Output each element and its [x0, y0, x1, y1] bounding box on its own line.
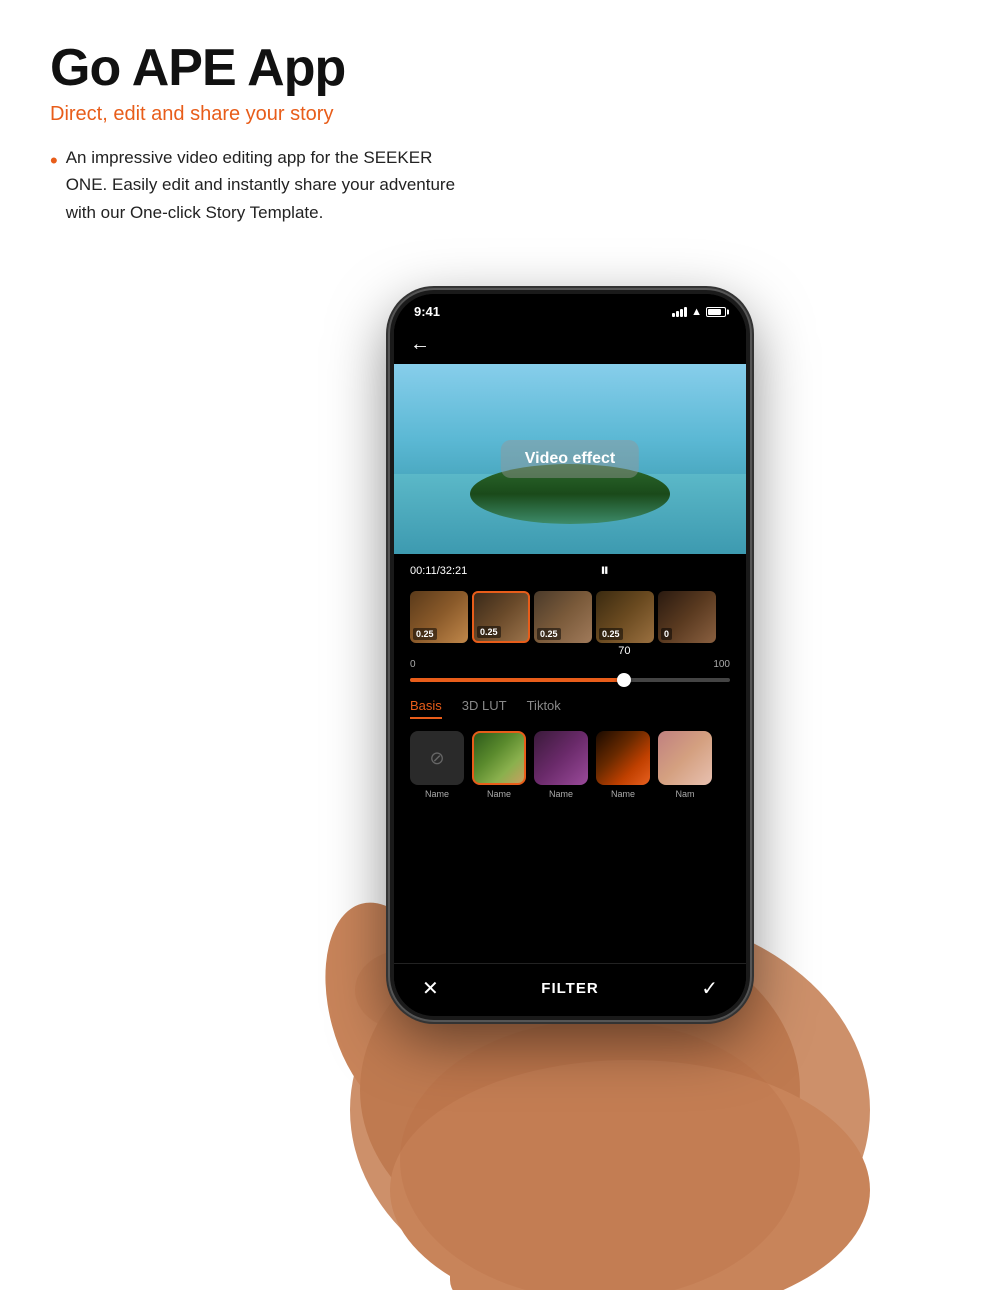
filter-thumb-2	[472, 731, 526, 785]
status-time: 9:41	[414, 304, 440, 319]
filter-name-5: Nam	[675, 789, 694, 799]
battery-icon	[706, 307, 726, 317]
phone-inner: 9:41 ▲	[394, 294, 746, 1016]
video-preview: Video effect	[394, 364, 746, 554]
status-bar: 9:41 ▲	[394, 294, 746, 325]
slider-max-label: 100	[713, 659, 730, 670]
bottom-bar: ✕ FILTER ✓	[394, 963, 746, 1013]
clip-label-1: 0.25	[413, 628, 437, 640]
clip-label-3: 0.25	[537, 628, 561, 640]
filter-name-1: Name	[425, 789, 449, 799]
bullet-item: • An impressive video editing app for th…	[50, 144, 470, 226]
cancel-button[interactable]: ✕	[422, 976, 439, 1001]
filter-item-2[interactable]: Name	[472, 731, 526, 799]
slider-thumb[interactable]	[617, 673, 631, 687]
filter-name-2: Name	[487, 789, 511, 799]
filter-item-4[interactable]: Name	[596, 731, 650, 799]
app-content: ← Video effect 00:11/32:21 ⏸	[394, 325, 746, 1013]
filter-tab-3dlut[interactable]: 3D LUT	[462, 698, 507, 719]
playback-time: 00:11/32:21	[410, 565, 467, 577]
filter-tabs: Basis 3D LUT Tiktok	[394, 688, 746, 725]
phone-frame: 9:41 ▲	[390, 290, 750, 1020]
filter-item-3[interactable]: Name	[534, 731, 588, 799]
clip-thumb-3[interactable]: 0.25	[534, 591, 592, 643]
filter-item-5[interactable]: Nam	[658, 731, 712, 799]
bullet-text: An impressive video editing app for the …	[66, 144, 470, 226]
slider-section: 0 70 100	[394, 647, 746, 688]
notch	[510, 294, 630, 318]
filter-thumb-4	[596, 731, 650, 785]
status-icons: ▲	[672, 306, 726, 318]
clip-label-5: 0	[661, 628, 672, 640]
confirm-button[interactable]: ✓	[701, 976, 718, 1001]
bullet-dot-icon: •	[50, 144, 58, 177]
video-effect-overlay: Video effect	[501, 440, 639, 478]
slider-value-label: 70	[618, 645, 630, 657]
slider-track[interactable]	[410, 678, 730, 682]
playback-bar: 00:11/32:21 ⏸	[394, 554, 746, 587]
clip-thumb-2[interactable]: 0.25	[472, 591, 530, 643]
clip-strip: 0.25 0.25 0.25 0.25 0	[394, 587, 746, 647]
filter-name-3: Name	[549, 789, 573, 799]
filter-tab-basis[interactable]: Basis	[410, 698, 442, 719]
filter-name-4: Name	[611, 789, 635, 799]
app-topbar: ←	[394, 325, 746, 364]
slider-labels: 0 70 100	[410, 659, 730, 670]
phone-mockup: 9:41 ▲	[330, 290, 830, 1270]
back-arrow-icon[interactable]: ←	[410, 333, 430, 356]
slider-fill	[410, 678, 624, 682]
filter-thumb-5	[658, 731, 712, 785]
clip-thumb-4[interactable]: 0.25	[596, 591, 654, 643]
filter-item-1[interactable]: ⊘ Name	[410, 731, 464, 799]
filter-thumb-3	[534, 731, 588, 785]
filter-thumb-1: ⊘	[410, 731, 464, 785]
signal-bars-icon	[672, 307, 687, 317]
filter-label: FILTER	[541, 980, 598, 997]
filter-grid: ⊘ Name Name Name Name	[394, 725, 746, 807]
text-section: Go APE App Direct, edit and share your s…	[50, 40, 470, 226]
filter-tab-tiktok[interactable]: Tiktok	[527, 698, 561, 719]
slider-min-label: 0	[410, 659, 416, 670]
app-title: Go APE App	[50, 40, 470, 97]
clip-thumb-5[interactable]: 0	[658, 591, 716, 643]
pause-button[interactable]: ⏸	[600, 560, 609, 581]
app-subtitle: Direct, edit and share your story	[50, 103, 470, 126]
wifi-icon: ▲	[691, 306, 702, 318]
clip-label-2: 0.25	[477, 626, 501, 638]
clip-thumb-1[interactable]: 0.25	[410, 591, 468, 643]
video-effect-label: Video effect	[525, 450, 615, 467]
clip-label-4: 0.25	[599, 628, 623, 640]
